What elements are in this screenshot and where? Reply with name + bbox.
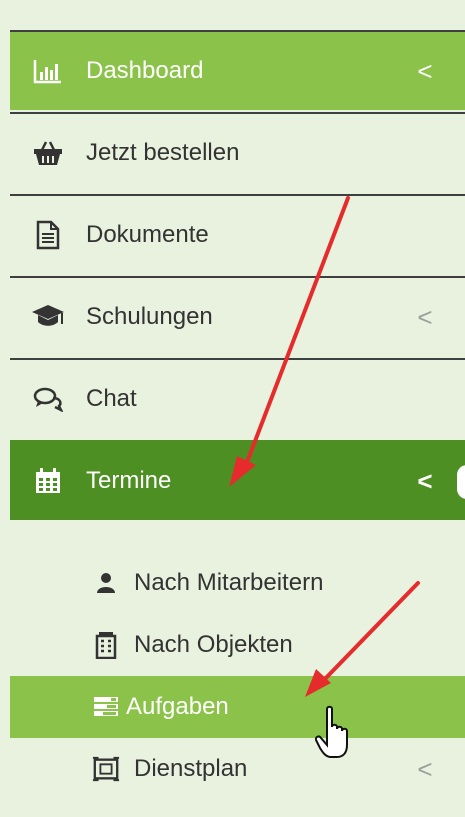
user-icon <box>92 569 120 597</box>
basket-icon <box>28 133 68 173</box>
hand-pointer-cursor-icon <box>315 705 348 758</box>
submenu-item-label: Dienstplan <box>134 755 248 782</box>
calendar-icon <box>28 461 68 501</box>
submenu-item-nach-objekten[interactable]: Nach Objekten <box>10 614 465 676</box>
document-icon <box>28 215 68 255</box>
tasks-icon <box>92 693 120 721</box>
chat-icon <box>28 379 68 419</box>
submenu-item-label: Nach Objekten <box>134 631 293 658</box>
building-icon <box>92 631 120 659</box>
sidebar-item-label: Schulungen <box>86 303 213 330</box>
submenu-item-nach-mitarbeitern[interactable]: Nach Mitarbeitern <box>10 552 465 614</box>
active-indicator <box>457 465 465 499</box>
graduation-cap-icon <box>28 297 68 337</box>
sidebar-item-dashboard[interactable]: Dashboard < <box>10 30 465 110</box>
bar-chart-icon <box>28 51 68 91</box>
sidebar-item-label: Jetzt bestellen <box>86 139 240 166</box>
submenu-item-dienstplan[interactable]: Dienstplan < <box>10 738 465 800</box>
chevron-left-icon: < <box>417 465 433 496</box>
sidebar-item-schulungen[interactable]: Schulungen < <box>10 276 465 356</box>
sidebar-item-label: Chat <box>86 385 137 412</box>
chevron-left-icon: < <box>417 301 433 332</box>
sidebar-item-label: Dashboard <box>86 57 204 84</box>
sidebar-item-label: Termine <box>86 467 172 494</box>
chevron-left-icon: < <box>417 55 433 86</box>
sidebar-item-dokumente[interactable]: Dokumente <box>10 194 465 274</box>
schedule-icon <box>92 755 120 783</box>
sidebar-item-termine[interactable]: Termine < <box>10 440 465 520</box>
submenu-item-label: Aufgaben <box>126 693 229 720</box>
sidebar-item-jetzt-bestellen[interactable]: Jetzt bestellen <box>10 112 465 192</box>
chevron-left-icon: < <box>417 753 433 784</box>
submenu-item-label: Nach Mitarbeitern <box>134 569 324 596</box>
sidebar-item-label: Dokumente <box>86 221 209 248</box>
sidebar-item-chat[interactable]: Chat <box>10 358 465 438</box>
submenu-item-aufgaben[interactable]: Aufgaben <box>10 676 465 738</box>
